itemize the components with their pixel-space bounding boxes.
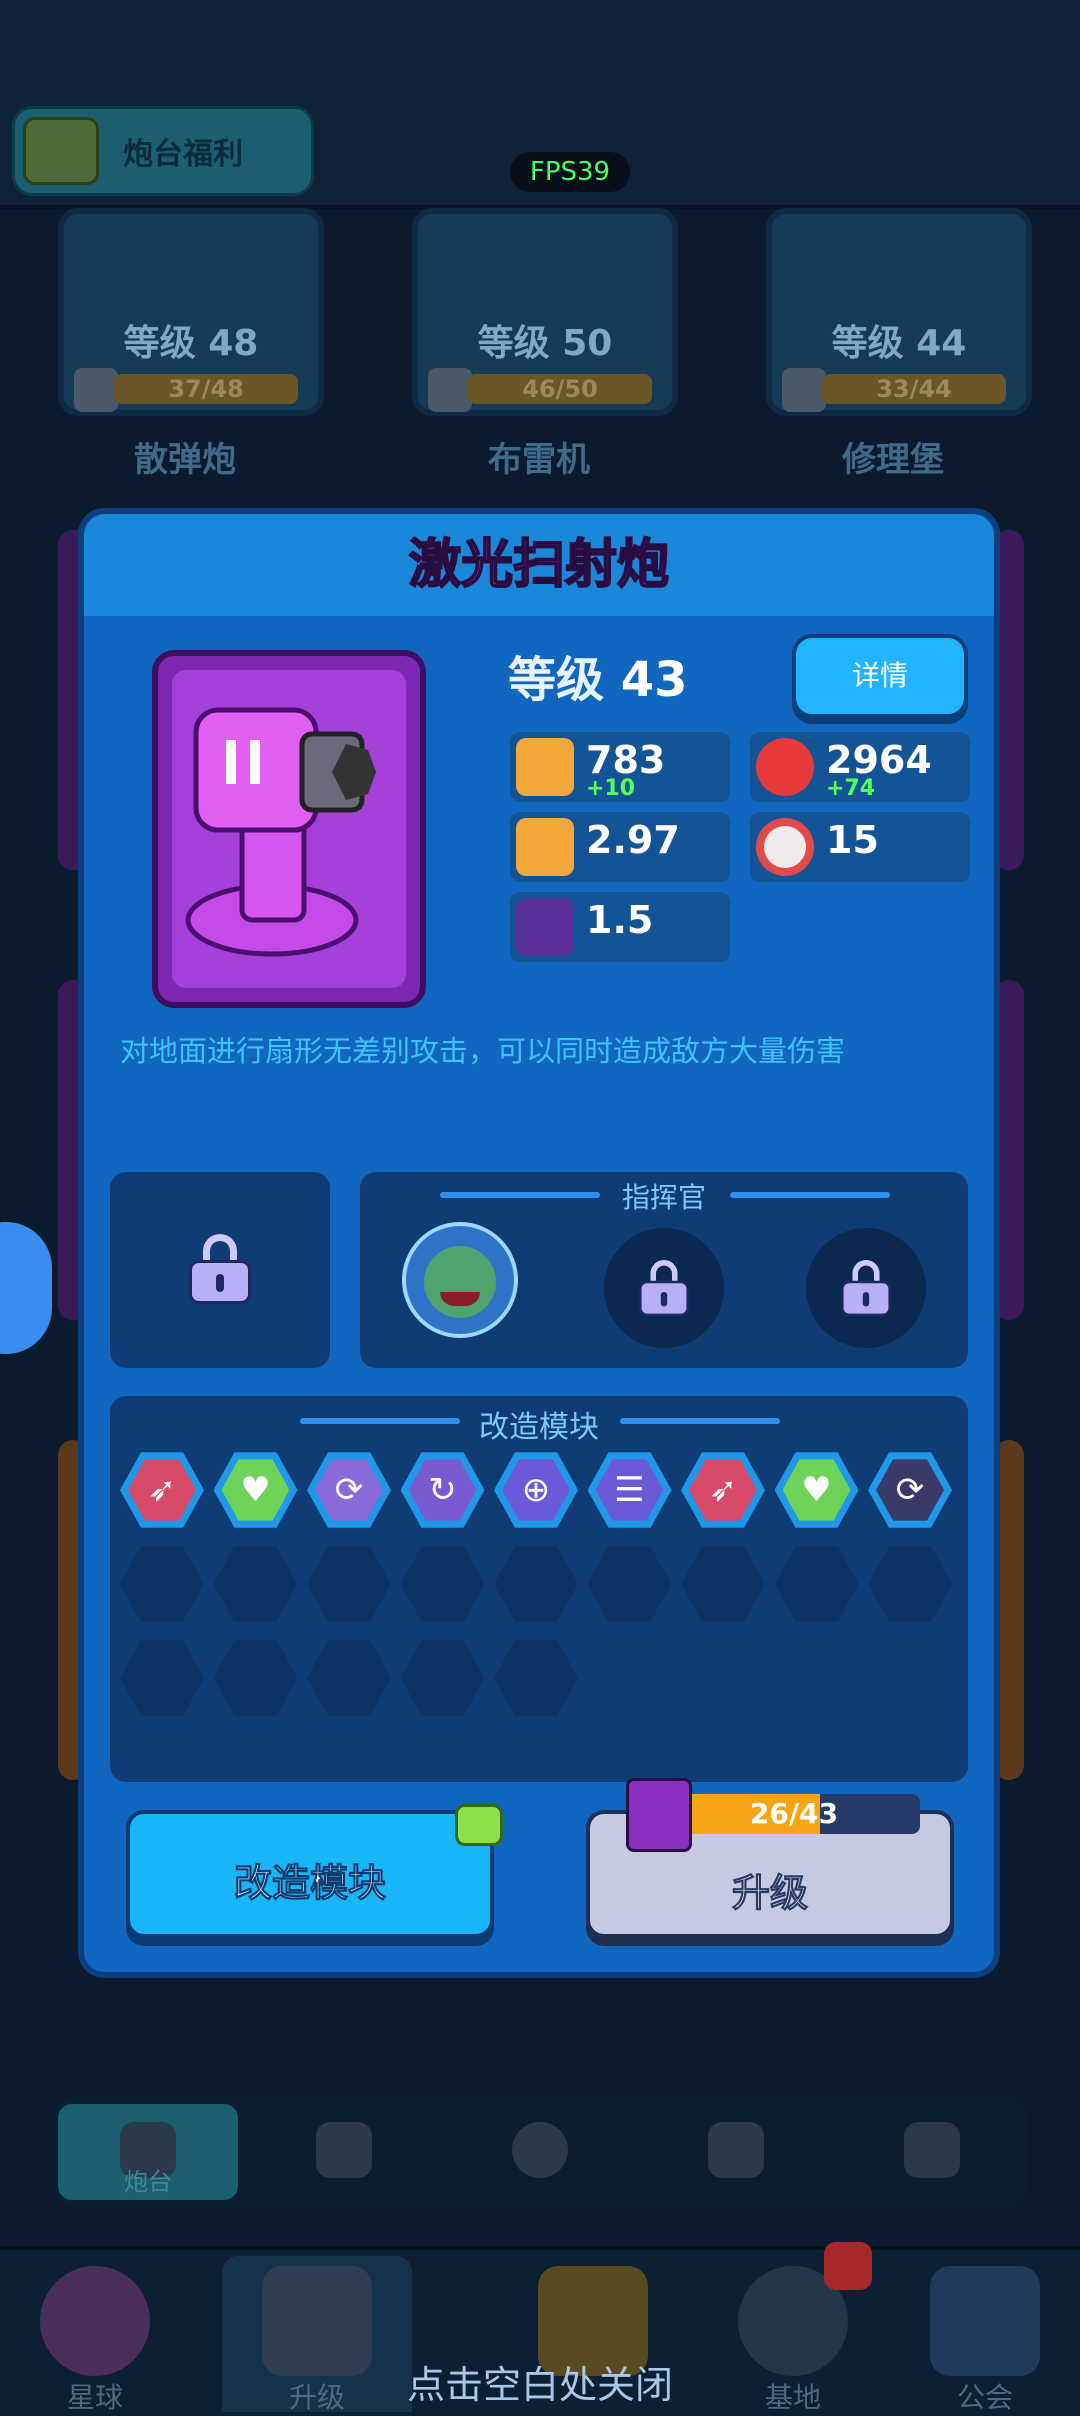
card-corner-icon — [74, 368, 118, 412]
locked-slot-panel — [110, 1172, 330, 1368]
commander-slot-locked[interactable] — [806, 1228, 926, 1348]
laser-turret-icon — [185, 707, 376, 957]
modal-title: 激光扫射炮 — [408, 534, 670, 596]
tower-level: 等级 43 — [508, 652, 688, 708]
tower-portrait — [152, 650, 426, 1008]
bg-card-shotgun[interactable]: 等级 48 37/48 — [58, 208, 324, 416]
subtab-lightning[interactable] — [450, 2104, 630, 2200]
commander-avatar[interactable] — [402, 1222, 518, 1338]
modify-module-button[interactable]: 改造模块 — [126, 1810, 494, 1938]
stat-damage: 783 +10 — [510, 732, 730, 802]
bg-card-name: 修理堡 — [842, 440, 944, 480]
target-icon — [756, 818, 814, 876]
floating-side-button[interactable] — [0, 1222, 52, 1354]
heart-icon — [756, 738, 814, 796]
bg-card-mine-layer[interactable]: 等级 50 46/50 — [412, 208, 678, 416]
helmet-icon — [708, 2122, 764, 2178]
tower-card-mini-icon — [626, 1778, 692, 1852]
tap-to-close-hint[interactable]: 点击空白处关闭 — [0, 2354, 1080, 2409]
bullet-damage-icon — [516, 738, 574, 796]
notification-badge — [824, 2242, 872, 2290]
tower-description: 对地面进行扇形无差别攻击，可以同时造成敌方大量伤害 — [120, 1034, 846, 1068]
lock-icon — [639, 1260, 689, 1316]
stat-ammo: 1.5 — [510, 892, 730, 962]
monster-icon — [904, 2122, 960, 2178]
upgrade-progress-bar: 26/43 — [668, 1794, 920, 1834]
module-title: 改造模块 — [479, 1410, 599, 1445]
details-button[interactable]: 详情 — [792, 634, 968, 718]
card-progress: 46/50 — [468, 374, 652, 404]
stat-health: 2964 +74 — [750, 732, 970, 802]
lightning-icon — [512, 2122, 568, 2178]
notification-badge — [455, 1804, 503, 1846]
commander-slot-locked[interactable] — [604, 1228, 724, 1348]
subtab-gear-star[interactable] — [254, 2104, 434, 2200]
bg-card-repair-fort[interactable]: 等级 44 33/44 — [766, 208, 1032, 416]
lock-icon — [189, 1234, 251, 1304]
card-progress: 33/44 — [822, 374, 1006, 404]
fire-rate-icon — [516, 818, 574, 876]
ammo-clip-icon — [516, 898, 574, 956]
card-progress: 37/48 — [114, 374, 298, 404]
bg-card-name: 布雷机 — [488, 440, 590, 480]
gear-star-icon — [316, 2122, 372, 2178]
card-corner-icon — [782, 368, 826, 412]
stat-range: 15 — [750, 812, 970, 882]
fps-counter: FPS39 — [510, 152, 630, 192]
turret-welfare-button[interactable]: 炮台福利 — [12, 106, 314, 196]
commander-title: 指挥官 — [621, 1181, 706, 1214]
subtab-helmet[interactable] — [646, 2104, 826, 2200]
bg-card-name: 散弹炮 — [134, 440, 236, 480]
camera-turret-icon — [23, 117, 99, 185]
subtab-monster[interactable] — [842, 2104, 1022, 2200]
subtab-turret[interactable]: 炮台 — [58, 2104, 238, 2200]
card-corner-icon — [428, 368, 472, 412]
stat-fire-rate: 2.97 — [510, 812, 730, 882]
lock-icon — [841, 1260, 891, 1316]
welfare-label: 炮台福利 — [123, 137, 243, 172]
